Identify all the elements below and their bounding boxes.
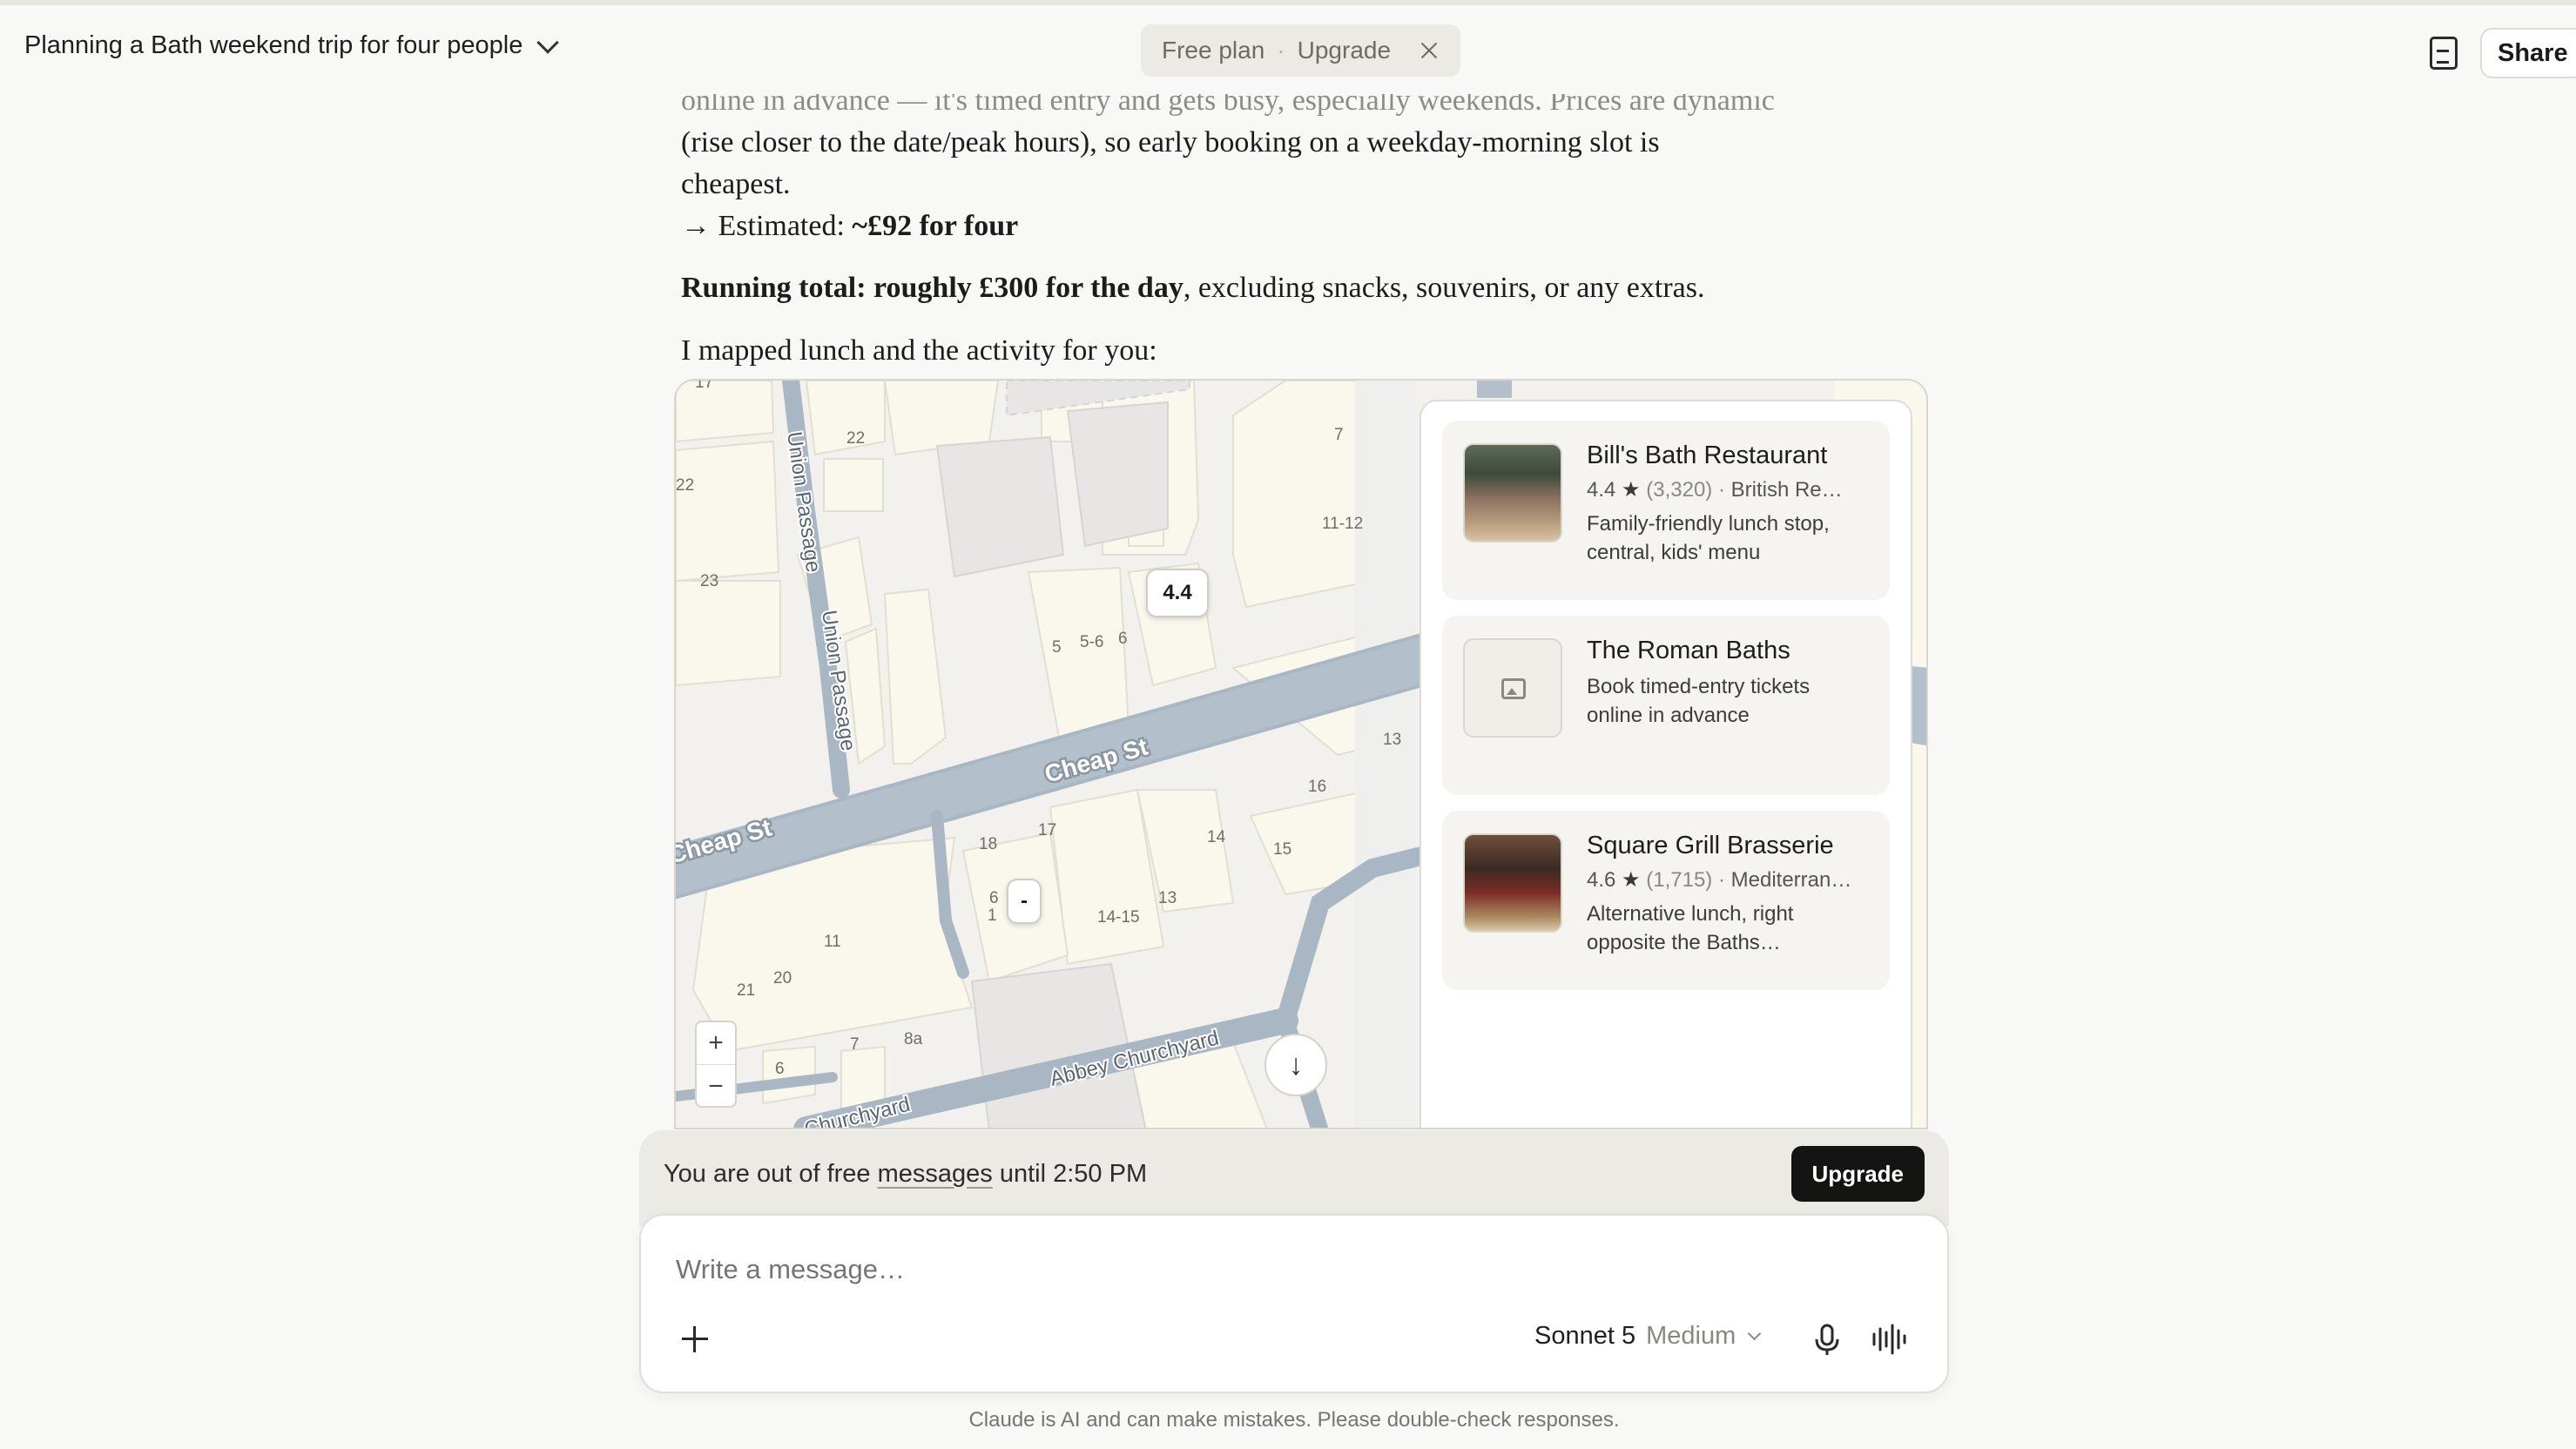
message-composer: Sonnet 5 Medium [639,1214,1949,1393]
house-number: 17 [695,381,713,392]
map-intro: I mapped lunch and the activity for you: [681,334,1157,367]
house-number: 14 [1207,828,1226,846]
house-number: 14-15 [1097,908,1140,927]
image-icon [1501,678,1526,699]
place-photo [1463,638,1562,738]
upgrade-link[interactable]: Upgrade [1298,37,1391,64]
place-description: Alternative lunch, right opposite the Ba… [1587,902,1794,954]
place-card[interactable]: Square Grill Brasserie 4.6 ★ (1,715) · M… [1442,811,1890,990]
house-number: 7 [850,1035,860,1054]
place-meta: 4.6 ★ (1,715) · Mediterran… [1587,868,1852,892]
place-name: Bill's Bath Restaurant [1587,441,1828,469]
place-name: The Roman Baths [1587,637,1790,664]
close-icon[interactable] [1419,40,1440,61]
chevron-down-icon [536,30,560,54]
message-paragraph: online in advance — it's timed entry and… [681,80,1918,247]
house-number: 22 [846,429,865,448]
place-description: Family-friendly lunch stop, central, kid… [1587,512,1830,564]
house-number: 13 [1158,889,1177,907]
running-total: Running total: roughly £300 for the day,… [681,267,1918,309]
house-number: 6 [1118,630,1128,648]
message-line: cheapest. [681,168,791,200]
place-photo [1463,443,1562,543]
chat-title: Planning a Bath weekend trip for four pe… [24,31,523,59]
model-name: Sonnet 5 [1534,1322,1636,1350]
house-number: 22 [676,476,694,495]
usage-limit-text: You are out of free messages until 2:50 … [664,1159,1148,1188]
house-number: 7 [1334,426,1344,444]
share-button[interactable]: Share [2480,28,2576,78]
rating-pin[interactable]: 4.4 [1146,569,1209,617]
house-number: 18 [979,835,997,853]
house-number: 1 [988,906,997,925]
house-number: 11 [824,933,841,951]
place-card[interactable]: Bill's Bath Restaurant 4.4 ★ (3,320) · B… [1442,421,1890,600]
arrow-down-icon[interactable]: ↓ [1264,1034,1327,1096]
upgrade-button[interactable]: Upgrade [1790,1146,1925,1202]
usage-limit-banner: You are out of free messages until 2:50 … [639,1130,1949,1226]
house-number: 15 [1273,840,1291,859]
running-total-rest: , excluding snacks, souvenirs, or any ex… [1183,272,1705,304]
house-number: 16 [1308,778,1326,796]
plan-label: Free plan [1162,37,1265,64]
review-count: (1,715) [1646,868,1713,892]
place-photo [1463,833,1562,933]
house-number: 8a [904,1030,923,1048]
star-icon: ★ [1622,478,1641,502]
place-category: British Re… [1730,478,1843,502]
house-number: 17 [1038,821,1056,839]
place-category: Mediterran… [1730,868,1852,892]
house-number: 21 [737,981,755,1000]
effort-level: Medium [1646,1322,1736,1350]
estimate-value: ~£92 for four [852,210,1019,242]
house-number: 5-6 [1080,633,1103,651]
messages-link[interactable]: messages [878,1160,993,1188]
top-bar: Planning a Bath weekend trip for four pe… [0,0,2576,94]
disclaimer-text: Claude is AI and can make mistakes. Plea… [968,1408,1620,1432]
star-icon: ★ [1622,868,1641,892]
voice-waveform-icon[interactable] [1871,1320,1909,1358]
zoom-out-button[interactable]: − [697,1065,735,1108]
house-number: 11-12 [1322,515,1363,533]
place-rating: 4.6 [1587,868,1616,892]
review-count: (3,320) [1646,478,1713,502]
house-number: 20 [773,969,792,987]
plan-banner: Free plan · Upgrade [1141,24,1461,77]
place-meta: 4.4 ★ (3,320) · British Re… [1587,478,1843,502]
house-number: 6 [775,1060,785,1078]
chevron-down-icon [1747,1326,1762,1341]
microphone-icon[interactable] [1808,1320,1846,1358]
house-number: 5 [1052,638,1062,657]
place-card[interactable]: The Roman Baths Book timed-entry tickets… [1442,616,1890,795]
place-list: Bill's Bath Restaurant 4.4 ★ (3,320) · B… [1419,400,1912,1128]
message-input[interactable] [676,1254,1808,1285]
plus-icon[interactable] [676,1320,714,1358]
model-selector[interactable]: Sonnet 5 Medium [1534,1322,1762,1351]
estimate-line: → Estimated: ~£92 for four [681,206,1918,247]
house-number: 13 [1383,731,1401,749]
plan-separator: · [1277,37,1285,64]
place-rating: 4.4 [1587,478,1616,502]
house-number: 23 [700,572,718,590]
place-description: Book timed-entry tickets online in advan… [1587,675,1811,727]
zoom-in-button[interactable]: + [697,1022,735,1065]
message-line: (rise closer to the date/peak hours), so… [681,126,1660,158]
zoom-controls: + − [695,1021,737,1108]
document-icon[interactable] [2430,37,2458,70]
house-number: 6 [989,889,999,907]
map-pin[interactable]: - [1007,879,1042,924]
chat-title-button[interactable]: Planning a Bath weekend trip for four pe… [24,30,560,60]
map-widget[interactable]: Cheap St Cheap St Union Passage Union Pa… [674,379,1928,1129]
estimate-prefix: → Estimated: [681,210,853,242]
place-name: Square Grill Brasserie [1587,832,1834,859]
running-total-bold: Running total: roughly £300 for the day [681,272,1183,304]
